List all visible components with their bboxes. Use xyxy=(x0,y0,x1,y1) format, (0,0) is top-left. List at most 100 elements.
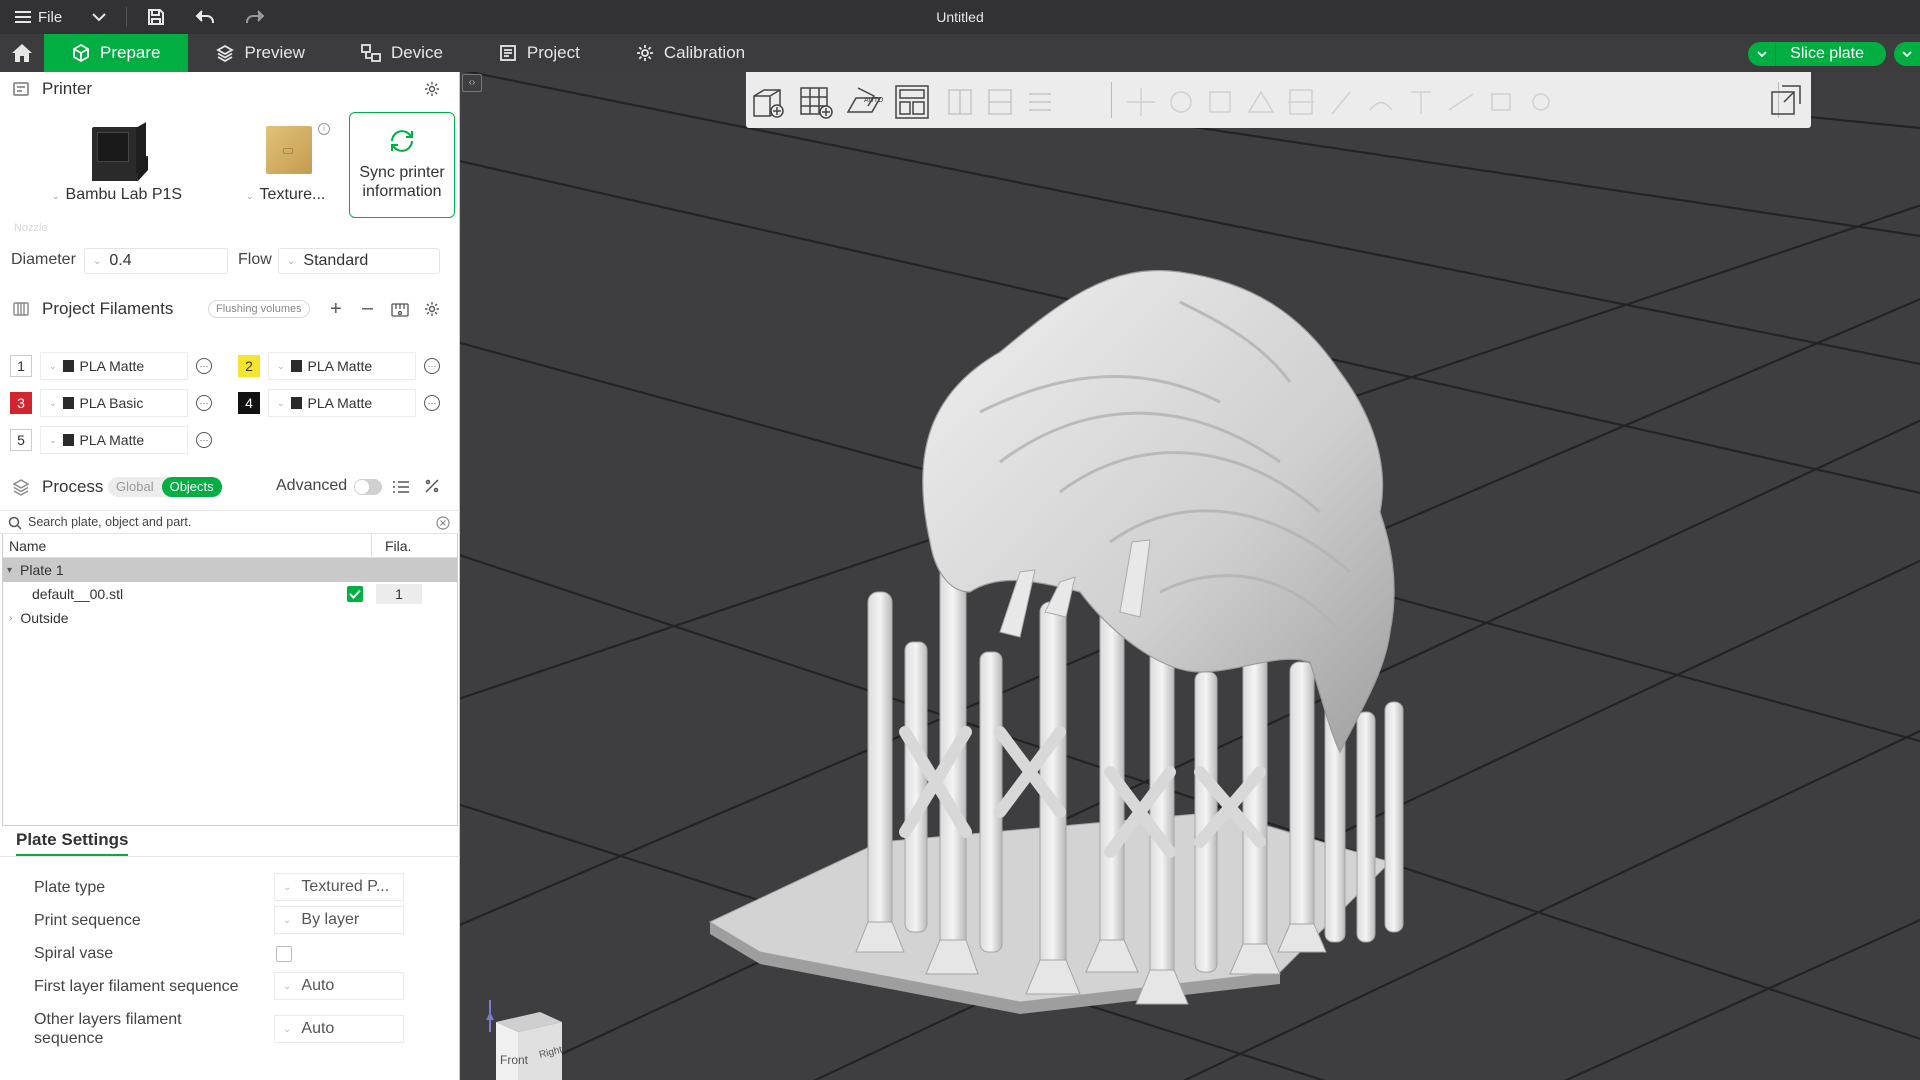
sync-icon xyxy=(391,130,413,152)
list-icon[interactable] xyxy=(392,480,410,494)
auto-orient-icon[interactable]: AUTO xyxy=(844,82,884,122)
other-layers-sequence-select[interactable]: ⌄ Auto xyxy=(274,1015,404,1043)
chevron-down-icon[interactable] xyxy=(84,0,114,34)
filament-options-icon[interactable]: ··· xyxy=(196,358,212,374)
filament-type-dropdown[interactable]: ⌄ PLA Matte xyxy=(268,389,416,417)
object-list-header: Name Fila. xyxy=(3,534,457,558)
tab-prepare[interactable]: Prepare xyxy=(44,34,189,72)
view-mode-icon[interactable] xyxy=(1766,82,1806,122)
info-icon[interactable]: i xyxy=(318,123,330,135)
color-paint-icon xyxy=(1532,93,1550,111)
filament-number-badge[interactable]: 2 xyxy=(238,355,260,377)
spiral-vase-checkbox[interactable] xyxy=(276,946,292,962)
printer-name-dropdown[interactable]: ⌄ Bambu Lab P1S xyxy=(52,186,182,204)
3d-viewport[interactable]: AUTO ‹› Z Front xyxy=(460,72,1920,1080)
redo-icon[interactable] xyxy=(237,0,273,34)
plate-type-select[interactable]: ⌄ Textured P... xyxy=(274,873,404,901)
name-column-header[interactable]: Name xyxy=(9,538,46,554)
filament-type-label: PLA Matte xyxy=(79,358,145,374)
percent-icon[interactable] xyxy=(424,478,440,494)
navigation-cube[interactable]: Z Front Right xyxy=(478,1000,578,1080)
filament-number-badge[interactable]: 1 xyxy=(10,355,32,377)
save-icon[interactable] xyxy=(139,0,173,34)
chevron-down-icon[interactable]: ▾ xyxy=(7,565,12,576)
slice-plate-label: Slice plate xyxy=(1790,45,1864,62)
printer-body xyxy=(92,122,146,174)
plate-type-dropdown[interactable]: ⌄ Texture... xyxy=(246,186,325,204)
slice-plate-button[interactable]: Slice plate xyxy=(1748,42,1886,66)
tab-preview[interactable]: Preview xyxy=(188,34,332,72)
first-layer-sequence-select[interactable]: ⌄ Auto xyxy=(274,972,404,1000)
plate-settings-tab[interactable]: Plate Settings xyxy=(16,830,129,857)
advanced-toggle[interactable] xyxy=(354,479,382,495)
collapse-sidebar-button[interactable]: ‹› xyxy=(462,74,482,92)
move-icon xyxy=(1127,88,1155,116)
outside-row[interactable]: › Outside xyxy=(3,606,457,630)
filament-number-badge[interactable]: 4 xyxy=(238,392,260,414)
device-icon xyxy=(361,44,381,62)
file-menu[interactable]: File xyxy=(0,0,70,34)
textured-plate-image[interactable] xyxy=(266,126,312,174)
tab-device[interactable]: Device xyxy=(333,34,471,72)
plate-row[interactable]: ▾ Plate 1 xyxy=(3,558,457,582)
object-row-label: default__00.stl xyxy=(32,586,124,602)
flushing-volumes-button[interactable]: Flushing volumes xyxy=(208,300,310,318)
svg-text:AUTO: AUTO xyxy=(864,97,884,104)
filament-number-badge[interactable]: 5 xyxy=(10,429,32,451)
3d-model[interactable] xyxy=(460,72,1920,1080)
filament-type-label: PLA Matte xyxy=(307,395,373,411)
add-object-icon[interactable] xyxy=(748,82,788,122)
print-sequence-value: By layer xyxy=(301,911,360,928)
filament-settings-gear-icon[interactable] xyxy=(424,301,440,317)
remove-filament-icon[interactable]: – xyxy=(362,298,373,318)
process-scope-toggle[interactable]: Global Objects xyxy=(108,477,222,497)
chevron-down-icon[interactable] xyxy=(1748,42,1777,66)
chevron-down-icon: ⌄ xyxy=(277,360,285,371)
sync-label-line2: information xyxy=(362,183,442,200)
print-sequence-label: Print sequence xyxy=(34,912,141,929)
chevron-right-icon[interactable]: › xyxy=(9,613,12,624)
object-row[interactable]: default__00.stl 1 xyxy=(3,582,457,606)
filament-options-icon[interactable]: ··· xyxy=(196,432,212,448)
outside-row-label: Outside xyxy=(20,610,69,626)
process-section-title: Process xyxy=(42,477,104,496)
undo-icon[interactable] xyxy=(187,0,223,34)
sync-ams-icon[interactable] xyxy=(390,301,410,319)
filament-column-header[interactable]: Fila. xyxy=(385,538,411,554)
filament-type-dropdown[interactable]: ⌄ PLA Matte xyxy=(40,426,188,454)
flow-label: Flow xyxy=(238,251,272,268)
global-toggle-option[interactable]: Global xyxy=(108,477,162,497)
filament-options-icon[interactable]: ··· xyxy=(424,358,440,374)
filament-type-dropdown[interactable]: ⌄ PLA Matte xyxy=(268,352,416,380)
object-search-input[interactable]: Search plate, object and part. xyxy=(0,510,460,534)
filament-type-dropdown[interactable]: ⌄ PLA Basic xyxy=(40,389,188,417)
print-options-dropdown[interactable] xyxy=(1894,42,1920,66)
tab-calibration[interactable]: Calibration xyxy=(608,34,773,72)
filament-type-dropdown[interactable]: ⌄ PLA Matte xyxy=(40,352,188,380)
scale-icon xyxy=(1209,91,1231,113)
filament-options-icon[interactable]: ··· xyxy=(196,395,212,411)
object-visible-checkbox[interactable] xyxy=(347,586,363,602)
tab-project[interactable]: Project xyxy=(471,34,608,72)
add-filament-icon[interactable]: + xyxy=(330,299,342,319)
filament-spool-icon xyxy=(62,397,74,409)
cube-icon xyxy=(73,44,89,62)
arrange-icon[interactable] xyxy=(892,82,932,122)
first-layer-sequence-label: First layer filament sequence xyxy=(34,978,239,995)
diameter-dropdown[interactable]: ⌄ 0.4 xyxy=(84,248,228,274)
objects-toggle-option[interactable]: Objects xyxy=(161,477,222,497)
home-button[interactable] xyxy=(0,34,44,72)
add-plate-icon[interactable] xyxy=(796,82,836,122)
assembly-icon xyxy=(1491,93,1511,111)
printer-section-header: Printer xyxy=(0,74,460,104)
print-sequence-select[interactable]: ⌄ By layer xyxy=(274,906,404,934)
clear-search-icon[interactable] xyxy=(436,516,450,530)
object-filament-number[interactable]: 1 xyxy=(376,584,422,604)
flow-dropdown[interactable]: ⌄ Standard xyxy=(278,248,440,274)
printer-settings-gear-icon[interactable] xyxy=(424,81,440,97)
sync-printer-button[interactable]: Sync printer information xyxy=(349,112,455,218)
chevron-down-icon: ⌄ xyxy=(49,397,57,408)
filament-number-badge[interactable]: 3 xyxy=(10,392,32,414)
process-layers-icon xyxy=(12,479,30,496)
filament-options-icon[interactable]: ··· xyxy=(424,395,440,411)
